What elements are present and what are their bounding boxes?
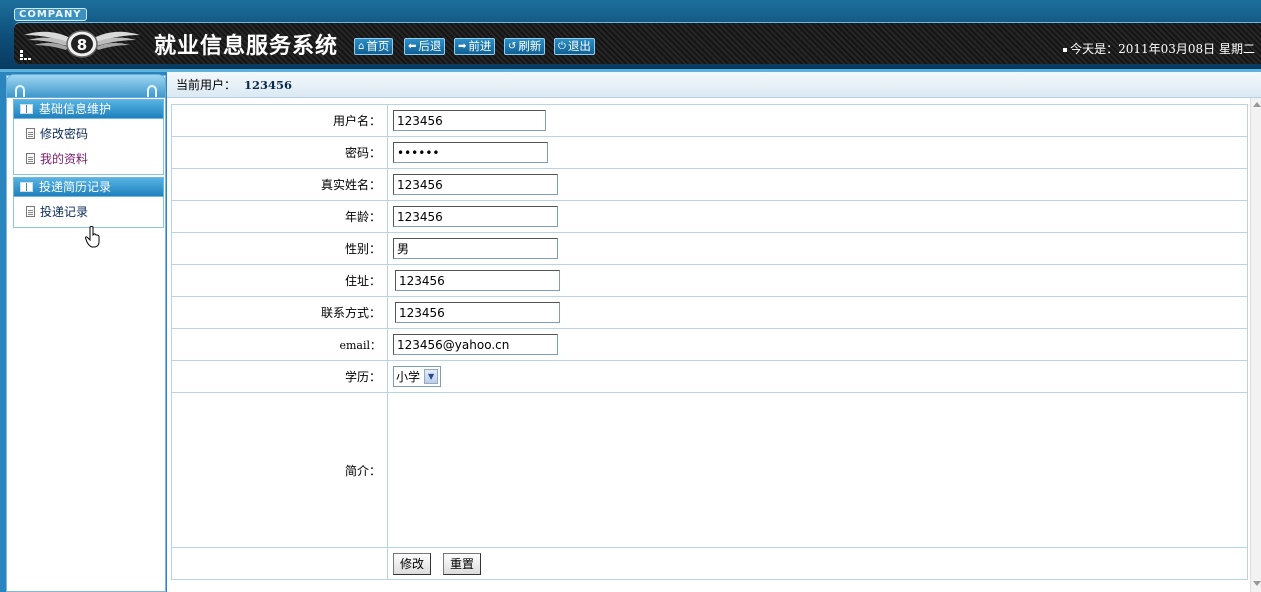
submit-button[interactable]: 修改 (393, 552, 432, 575)
form-row-username: 用户名： (171, 104, 1248, 137)
password-field[interactable] (393, 142, 548, 163)
address-field[interactable] (395, 270, 560, 291)
document-icon (26, 128, 35, 139)
date-text: 今天是：2011年03月08日 星期二 (1070, 42, 1255, 56)
current-user: 123456 (244, 78, 293, 92)
form-row-actions: 修改 重置 (171, 547, 1248, 580)
book-icon (20, 182, 33, 192)
sidebar-item-change-password[interactable]: 修改密码 (26, 125, 88, 142)
refresh-button[interactable]: ↺ 刷新 (504, 38, 546, 55)
book-icon (20, 104, 33, 114)
form-row-education: 学历： 小学 ▼ (171, 360, 1248, 393)
contact-label: 联系方式： (171, 296, 388, 329)
reset-button[interactable]: 重置 (443, 552, 482, 575)
breadcrumb-label: 当前用户： (176, 78, 237, 92)
back-label: 后退 (418, 39, 442, 53)
form-row-contact: 联系方式： (171, 296, 1248, 329)
email-field[interactable] (393, 334, 558, 355)
age-label: 年龄： (171, 200, 388, 233)
sidebar-item-delivery-records[interactable]: 投递记录 (26, 203, 88, 220)
logout-button[interactable]: ⏻ 退出 (554, 38, 595, 55)
home-label: 首页 (366, 39, 390, 53)
sidebar-cap (6, 74, 166, 98)
realname-field[interactable] (393, 174, 558, 195)
logout-label: 退出 (567, 39, 591, 53)
realname-label: 真实姓名： (171, 168, 388, 201)
winged-b-logo: 8 (24, 30, 140, 58)
date-display: 今天是：2011年03月08日 星期二 (1063, 40, 1255, 57)
username-field[interactable] (393, 110, 546, 131)
hand-cursor-icon (85, 226, 100, 248)
arrow-left-icon: ⬅ (408, 41, 417, 52)
document-icon (26, 153, 35, 164)
form-row-gender: 性别： (171, 232, 1248, 265)
power-icon: ⏻ (558, 41, 566, 52)
hook-icon (147, 85, 157, 97)
username-label: 用户名： (171, 104, 388, 137)
svg-text:8: 8 (77, 36, 87, 54)
sidebar-group-label: 投递简历记录 (39, 180, 112, 194)
form-row-age: 年龄： (171, 200, 1248, 233)
back-button[interactable]: ⬅ 后退 (404, 38, 446, 55)
sidebar-group-resume-records[interactable]: 投递简历记录 (13, 177, 164, 197)
home-icon: ⌂ (358, 41, 365, 52)
forward-button[interactable]: ➡ 前进 (454, 38, 496, 55)
document-icon (26, 206, 35, 217)
profile-form: 用户名： 密码： 真实姓名： 年龄： 性别： 住址： 联系方式： email： … (171, 104, 1248, 580)
home-button[interactable]: ⌂ 首页 (354, 38, 394, 55)
refresh-label: 刷新 (518, 39, 542, 53)
arrow-right-icon: ➡ (458, 41, 467, 52)
refresh-icon: ↺ (508, 41, 517, 52)
sidebar-group-label: 基础信息维护 (39, 102, 112, 116)
email-label: email： (171, 328, 388, 361)
bullet-icon (1063, 47, 1068, 52)
intro-label: 简介： (171, 392, 388, 548)
chevron-down-icon[interactable]: ▼ (424, 369, 439, 384)
scroll-down-icon[interactable] (1253, 581, 1261, 586)
app-title: 就业信息服务系统 (154, 34, 339, 59)
form-row-intro: 简介： (171, 392, 1248, 548)
scroll-up-icon[interactable] (1253, 102, 1261, 107)
education-selected: 小学 (396, 370, 421, 384)
sidebar-group-basic-info[interactable]: 基础信息维护 (13, 99, 164, 119)
gender-label: 性别： (171, 232, 388, 265)
form-row-realname: 真实姓名： (171, 168, 1248, 201)
sidebar-item-label: 修改密码 (40, 127, 89, 141)
address-label: 住址： (171, 264, 388, 297)
gender-field[interactable] (393, 238, 558, 259)
education-select[interactable]: 小学 ▼ (393, 366, 442, 387)
vertical-scrollbar[interactable] (1250, 98, 1261, 592)
password-label: 密码： (171, 136, 388, 169)
form-row-address: 住址： (171, 264, 1248, 297)
age-field[interactable] (393, 206, 558, 227)
contact-field[interactable] (395, 302, 560, 323)
app-header: COMPANY 8 就业信息服务系统 ⌂ 首页 ⬅ 后退 ➡ 前进 ↺ 刷新 ⏻… (0, 0, 1261, 72)
hook-icon (15, 85, 25, 97)
form-row-email: email： (171, 328, 1248, 361)
dots-icon (20, 50, 31, 60)
form-row-password: 密码： (171, 136, 1248, 169)
empty-cell (171, 547, 388, 580)
education-label: 学历： (171, 360, 388, 393)
forward-label: 前进 (468, 39, 492, 53)
breadcrumb: 当前用户： 123456 (167, 72, 1261, 98)
intro-field[interactable] (387, 392, 1248, 548)
sidebar-item-my-profile[interactable]: 我的资料 (26, 150, 88, 167)
sidebar-item-label: 投递记录 (40, 205, 89, 219)
company-badge: COMPANY (14, 8, 87, 21)
sidebar-item-label: 我的资料 (40, 152, 89, 166)
